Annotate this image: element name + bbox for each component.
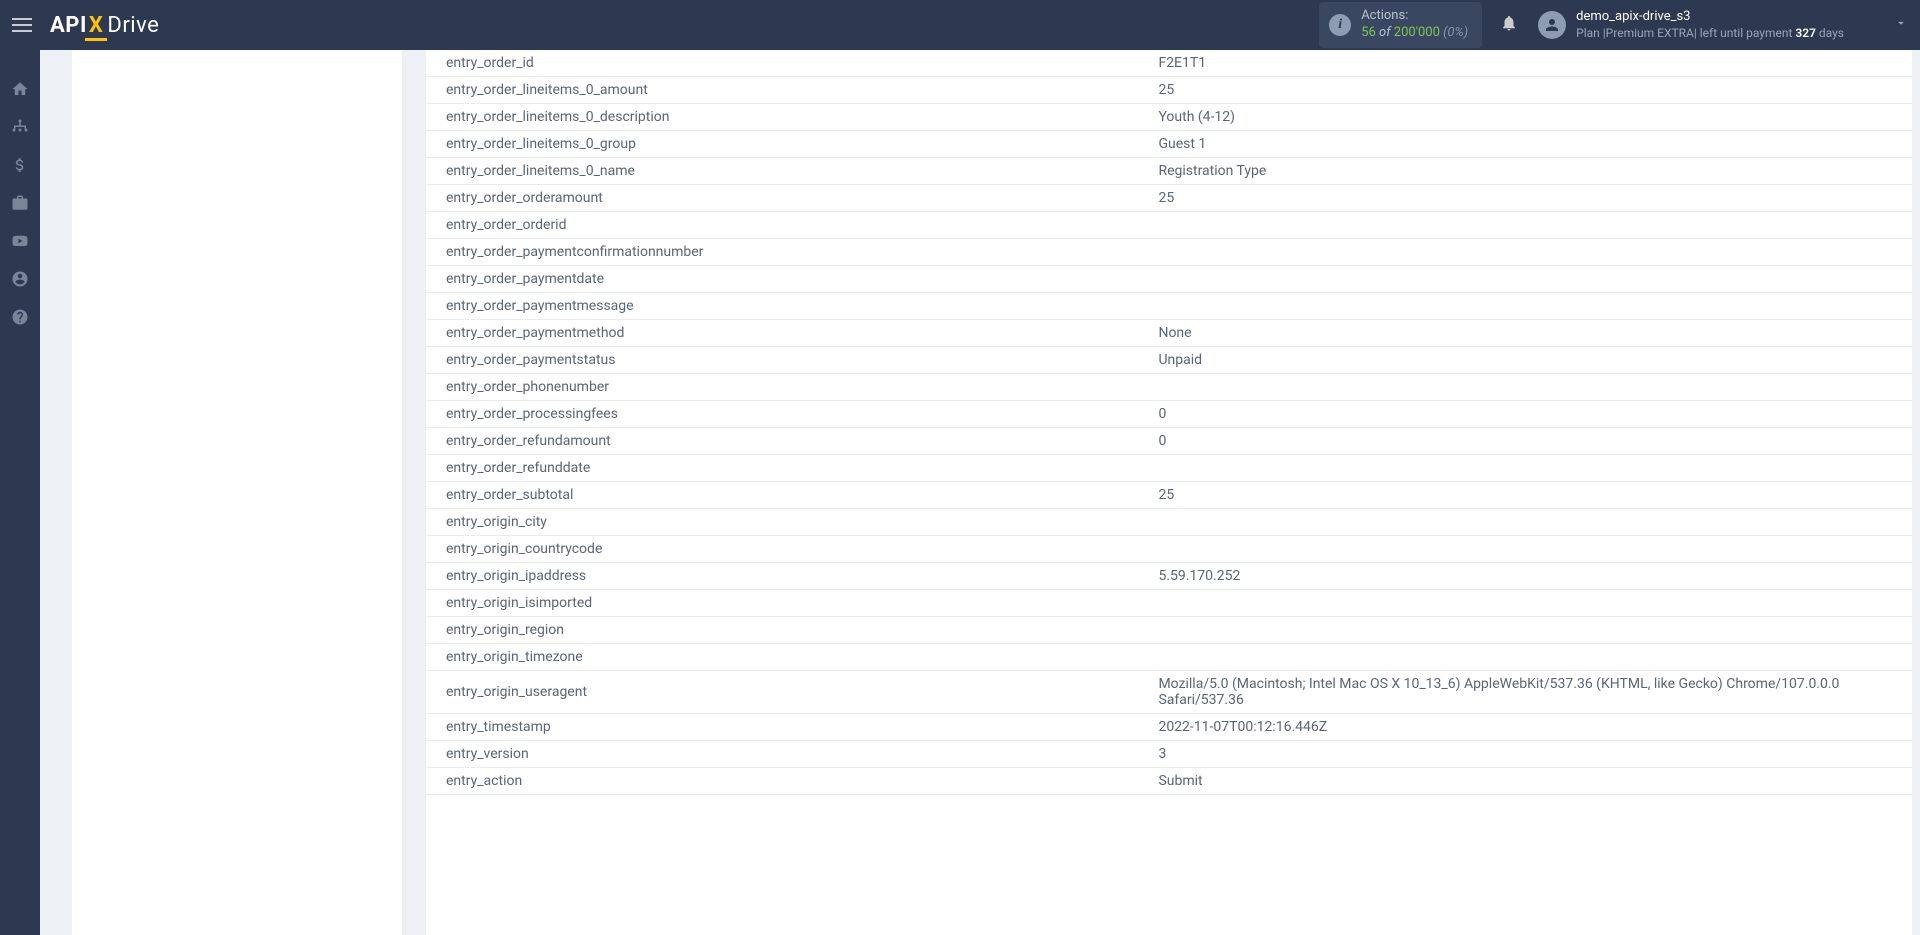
row-value: 0 (1158, 406, 1900, 422)
table-row: entry_origin_useragentMozilla/5.0 (Macin… (426, 671, 1912, 714)
row-value: 5.59.170.252 (1158, 568, 1900, 584)
chevron-down-icon (1894, 16, 1908, 33)
table-row: entry_order_paymentmessage (426, 293, 1912, 320)
row-key: entry_version (446, 746, 1158, 762)
row-key: entry_order_paymentstatus (446, 352, 1158, 368)
table-row: entry_origin_city (426, 509, 1912, 536)
row-value: 25 (1158, 82, 1900, 98)
row-value: Submit (1158, 773, 1900, 789)
row-key: entry_origin_region (446, 622, 1158, 638)
row-key: entry_order_orderamount (446, 190, 1158, 206)
nav-help-icon[interactable] (0, 298, 40, 336)
table-row: entry_origin_timezone (426, 644, 1912, 671)
right-panel: entry_order_idF2E1T1entry_order_lineitem… (426, 50, 1912, 935)
row-value: Unpaid (1158, 352, 1900, 368)
main-content: entry_order_idF2E1T1entry_order_lineitem… (40, 50, 1920, 935)
row-key: entry_order_lineitems_0_group (446, 136, 1158, 152)
row-key: entry_origin_useragent (446, 684, 1158, 700)
row-key: entry_origin_city (446, 514, 1158, 530)
table-row: entry_order_orderid (426, 212, 1912, 239)
table-row: entry_order_paymentconfirmationnumber (426, 239, 1912, 266)
row-key: entry_order_id (446, 55, 1158, 71)
row-key: entry_origin_timezone (446, 649, 1158, 665)
row-key: entry_order_paymentdate (446, 271, 1158, 287)
row-value: 25 (1158, 190, 1900, 206)
data-table: entry_order_idF2E1T1entry_order_lineitem… (426, 50, 1912, 795)
table-row: entry_origin_region (426, 617, 1912, 644)
row-key: entry_order_paymentconfirmationnumber (446, 244, 1158, 260)
actions-value: 56 of 200'000 (0%) (1361, 25, 1468, 42)
row-value: 0 (1158, 433, 1900, 449)
table-row: entry_order_idF2E1T1 (426, 50, 1912, 77)
table-row: entry_order_paymentdate (426, 266, 1912, 293)
user-menu[interactable]: demo_apix-drive_s3 Plan |Premium EXTRA| … (1538, 9, 1908, 41)
table-row: entry_order_processingfees0 (426, 401, 1912, 428)
row-value: 3 (1158, 746, 1900, 762)
row-key: entry_order_refunddate (446, 460, 1158, 476)
nav-connections-icon[interactable] (0, 108, 40, 146)
row-value: Mozilla/5.0 (Macintosh; Intel Mac OS X 1… (1158, 676, 1900, 708)
row-key: entry_order_lineitems_0_amount (446, 82, 1158, 98)
logo-text-x: X (87, 13, 105, 38)
row-key: entry_order_refundamount (446, 433, 1158, 449)
table-row: entry_order_paymentstatusUnpaid (426, 347, 1912, 374)
row-value: F2E1T1 (1158, 55, 1900, 71)
nav-billing-icon[interactable] (0, 146, 40, 184)
nav-briefcase-icon[interactable] (0, 184, 40, 222)
row-key: entry_order_lineitems_0_name (446, 163, 1158, 179)
row-key: entry_order_processingfees (446, 406, 1158, 422)
logo-text-drive: Drive (107, 13, 159, 38)
table-row: entry_order_refunddate (426, 455, 1912, 482)
nav-home-icon[interactable] (0, 70, 40, 108)
app-header: API X Drive i Actions: 56 of 200'000 (0%… (0, 0, 1920, 50)
table-row: entry_origin_isimported (426, 590, 1912, 617)
left-panel (72, 50, 402, 935)
table-row: entry_actionSubmit (426, 768, 1912, 795)
notifications-icon[interactable] (1500, 14, 1518, 37)
table-row: entry_order_orderamount25 (426, 185, 1912, 212)
row-key: entry_order_subtotal (446, 487, 1158, 503)
row-key: entry_order_lineitems_0_description (446, 109, 1158, 125)
row-key: entry_order_paymentmethod (446, 325, 1158, 341)
table-row: entry_order_lineitems_0_amount25 (426, 77, 1912, 104)
row-key: entry_origin_ipaddress (446, 568, 1158, 584)
avatar-icon (1538, 11, 1566, 39)
table-row: entry_order_refundamount0 (426, 428, 1912, 455)
row-value: Youth (4-12) (1158, 109, 1900, 125)
menu-toggle-icon[interactable] (12, 13, 36, 37)
row-value: Guest 1 (1158, 136, 1900, 152)
table-row: entry_order_subtotal25 (426, 482, 1912, 509)
user-name: demo_apix-drive_s3 (1576, 9, 1844, 26)
row-value: 25 (1158, 487, 1900, 503)
table-row: entry_order_lineitems_0_descriptionYouth… (426, 104, 1912, 131)
actions-counter[interactable]: i Actions: 56 of 200'000 (0%) (1319, 2, 1482, 48)
row-key: entry_origin_countrycode (446, 541, 1158, 557)
row-key: entry_action (446, 773, 1158, 789)
table-row: entry_origin_countrycode (426, 536, 1912, 563)
table-row: entry_timestamp2022-11-07T00:12:16.446Z (426, 714, 1912, 741)
actions-label: Actions: (1361, 8, 1468, 25)
row-value: 2022-11-07T00:12:16.446Z (1158, 719, 1900, 735)
app-logo[interactable]: API X Drive (50, 13, 159, 38)
table-row: entry_order_lineitems_0_nameRegistration… (426, 158, 1912, 185)
table-row: entry_origin_ipaddress5.59.170.252 (426, 563, 1912, 590)
logo-text-api: API (50, 13, 87, 38)
row-key: entry_order_phonenumber (446, 379, 1158, 395)
nav-video-icon[interactable] (0, 222, 40, 260)
table-row: entry_order_phonenumber (426, 374, 1912, 401)
row-key: entry_order_orderid (446, 217, 1158, 233)
info-icon: i (1329, 14, 1351, 36)
row-key: entry_timestamp (446, 719, 1158, 735)
nav-account-icon[interactable] (0, 260, 40, 298)
table-row: entry_order_paymentmethodNone (426, 320, 1912, 347)
table-row: entry_order_lineitems_0_groupGuest 1 (426, 131, 1912, 158)
row-key: entry_order_paymentmessage (446, 298, 1158, 314)
table-row: entry_version3 (426, 741, 1912, 768)
sidebar-nav (0, 50, 40, 935)
row-key: entry_origin_isimported (446, 595, 1158, 611)
row-value: Registration Type (1158, 163, 1900, 179)
row-value: None (1158, 325, 1900, 341)
user-plan: Plan |Premium EXTRA| left until payment … (1576, 26, 1844, 42)
